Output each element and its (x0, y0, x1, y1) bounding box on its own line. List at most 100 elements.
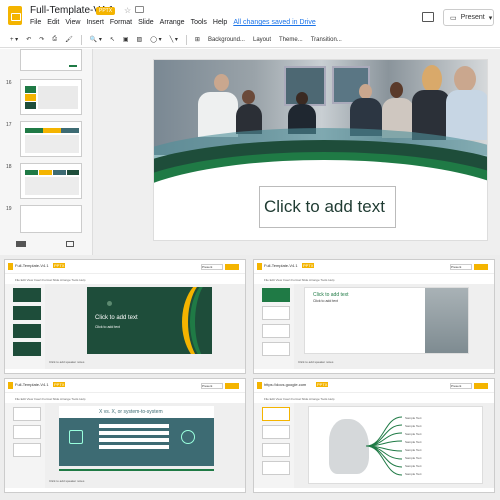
grid-view-icon[interactable] (66, 241, 74, 247)
menu-slide[interactable]: Slide (138, 19, 154, 26)
list-item: Sample Text (405, 432, 422, 436)
redo-icon[interactable]: ↷ (39, 36, 44, 43)
slide-number: 16 (6, 80, 12, 86)
person-body (446, 90, 487, 140)
divider (185, 34, 187, 45)
slide-thumbnail (13, 288, 41, 302)
menu-format[interactable]: Format (110, 19, 132, 26)
slide-thumbnail (13, 407, 41, 421)
folder-icon[interactable] (135, 6, 144, 13)
slide-canvas: Click to add text (93, 49, 500, 255)
present-button[interactable]: ▭ Present ▾ (443, 9, 494, 26)
title-bar: Full-Template-V4.1 PPTX Present (254, 260, 494, 274)
document-title: Full-Template-V4.1 (15, 382, 49, 387)
menu-file[interactable]: File (30, 19, 41, 26)
menu-edit[interactable]: Edit (47, 19, 59, 26)
menu-bar: File Edit View Insert Format Slide Arran… (30, 19, 316, 26)
list-view-icon[interactable] (16, 241, 26, 247)
background-button[interactable]: Background... (208, 37, 245, 43)
theme-button[interactable]: Theme... (279, 37, 303, 43)
shape-icon[interactable]: ◯ ▾ (150, 36, 161, 43)
slide-canvas: X vs. X, or system-to-system Click to ad… (45, 403, 245, 488)
head-silhouette (329, 419, 369, 474)
slides-logo-icon (8, 382, 13, 389)
image-icon[interactable]: ▨ (137, 36, 143, 43)
slide-thumbnail[interactable] (20, 49, 82, 71)
text-placeholder[interactable]: Click to add text (259, 186, 396, 228)
file-type-badge: PPTX (302, 263, 315, 268)
person (214, 74, 229, 91)
undo-icon[interactable]: ↶ (26, 36, 31, 43)
slide-thumbnail (13, 443, 41, 457)
slide-thumbnail (262, 324, 290, 338)
present-button: Present (450, 264, 472, 270)
filmstrip-panel (254, 403, 294, 488)
slide-thumbnail[interactable] (20, 121, 82, 157)
menu-tools[interactable]: Tools (191, 19, 207, 26)
person (454, 66, 476, 92)
list-item: Sample Text (405, 472, 422, 476)
slide-thumbnail[interactable] (20, 163, 82, 199)
zoom-icon[interactable]: 🔍 ▾ (90, 36, 102, 43)
slides-logo-icon[interactable] (8, 6, 22, 25)
slide-thumbnail (13, 425, 41, 439)
title-bar: Full-Template-V4.1 PPTX Present (5, 379, 245, 393)
speaker-notes: Click to add speaker notes (49, 479, 85, 483)
title-bar: Full-Template-V4.1 PPTX Present (5, 260, 245, 274)
database-icon (69, 430, 83, 444)
textbox-icon[interactable]: ▣ (123, 36, 129, 43)
menu-arrange[interactable]: Arrange (160, 19, 185, 26)
new-slide-icon[interactable]: + ▾ (10, 36, 18, 43)
current-slide: Click to add text Click to add text (87, 287, 212, 354)
slide-title: Click to add text (313, 292, 349, 298)
menu-bar: File Edit View Insert Format Slide Arran… (264, 397, 335, 401)
logo-mark-icon (107, 301, 112, 306)
person (242, 90, 255, 104)
placeholder-text: Click to add text (264, 197, 385, 216)
person (390, 82, 403, 98)
divider (80, 34, 82, 45)
current-slide[interactable]: Click to add text (153, 59, 488, 241)
arrow-bar (99, 431, 169, 435)
slide-thumbnail[interactable] (20, 79, 82, 115)
slide-canvas: Click to add text Click to add text Clic… (45, 284, 245, 369)
slide-number: 17 (6, 122, 12, 128)
thumbnail-window[interactable]: Full-Template-V4.1 PPTX Present File Edi… (253, 259, 495, 374)
layout-button[interactable]: Layout (253, 37, 271, 43)
star-icon[interactable]: ☆ (124, 6, 131, 15)
list-item: Sample Text (405, 448, 422, 452)
print-icon[interactable]: ⎙ (52, 36, 57, 43)
thumbnail-window[interactable]: Full-Template-V4.1 PPTX Present File Edi… (4, 259, 246, 374)
comment-add-icon[interactable]: ⊞ (195, 36, 200, 43)
slide-subtitle: Click to add text (95, 325, 120, 329)
menu-help[interactable]: Help (213, 19, 227, 26)
menu-view[interactable]: View (65, 19, 80, 26)
slide-canvas: Sample Text Sample Text Sample Text Samp… (294, 403, 494, 488)
slide-thumbnail (262, 288, 290, 302)
menu-bar: File Edit View Insert Format Slide Arran… (15, 278, 86, 282)
line-icon[interactable]: ╲ ▾ (170, 36, 178, 43)
paint-format-icon[interactable]: 🖌 (65, 36, 73, 43)
transition-button[interactable]: Transition... (311, 37, 342, 43)
list-item: Sample Text (405, 464, 422, 468)
slide-thumbnail[interactable] (20, 205, 82, 233)
speaker-notes: Click to add speaker notes (49, 360, 85, 364)
slide-thumbnail (262, 461, 290, 475)
saved-status[interactable]: All changes saved in Drive (233, 19, 316, 26)
progress-line (59, 469, 214, 471)
share-button (474, 264, 488, 270)
slides-logo-icon (8, 263, 13, 270)
present-label: Present (460, 14, 485, 21)
comment-icon[interactable] (422, 12, 434, 22)
file-type-badge: PPTX (53, 382, 66, 387)
thumbnail-window[interactable]: Full-Template-V4.1 PPTX Present File Edi… (4, 378, 246, 493)
speaker-notes: Click to add speaker notes (298, 360, 334, 364)
menu-insert[interactable]: Insert (86, 19, 104, 26)
list-item: Sample Text (405, 416, 422, 420)
share-button (225, 383, 239, 389)
select-icon[interactable]: ↖ (110, 36, 115, 43)
document-title: https://docs.google.com (264, 382, 307, 387)
thumbnail-window[interactable]: https://docs.google.com PPTX Present Fil… (253, 378, 495, 493)
file-type-badge: PPTX (96, 7, 116, 15)
main-window: Full-Template-V4.1 PPTX ☆ File Edit View… (0, 0, 500, 255)
